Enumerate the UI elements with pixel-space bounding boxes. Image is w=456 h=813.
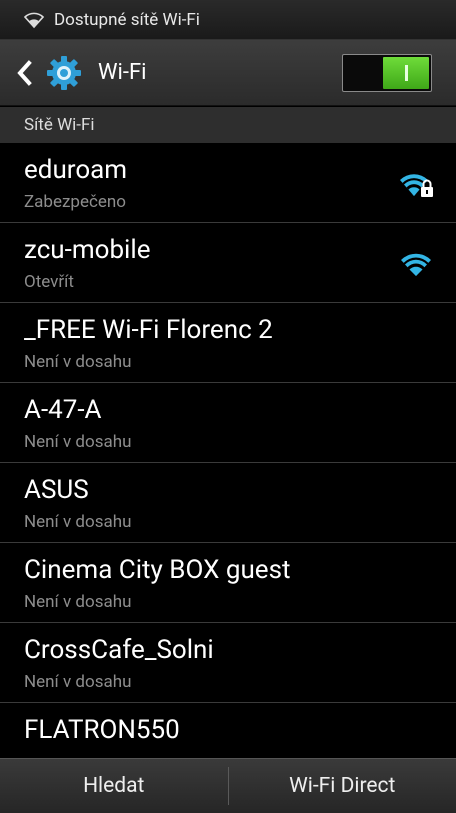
- network-row[interactable]: FLATRON550: [0, 703, 456, 758]
- wifi-icon: [396, 245, 436, 281]
- scan-button[interactable]: Hledat: [0, 759, 228, 813]
- network-name: CrossCafe_Solni: [24, 635, 214, 665]
- network-name: FLATRON550: [24, 715, 180, 745]
- network-row[interactable]: Cinema City BOX guest Není v dosahu: [0, 543, 456, 623]
- network-name: ASUS: [24, 475, 89, 505]
- network-name: Cinema City BOX guest: [24, 555, 291, 585]
- network-status: Není v dosahu: [24, 432, 131, 452]
- secured-wifi-icon: [396, 165, 436, 201]
- section-header: Sítě Wi-Fi: [0, 107, 456, 143]
- gear-icon[interactable]: [44, 53, 84, 93]
- network-row[interactable]: CrossCafe_Solni Není v dosahu: [0, 623, 456, 703]
- page-title: Wi-Fi: [98, 60, 146, 85]
- network-status: Zabezpečeno: [24, 192, 126, 212]
- status-bar-text: Dostupné sítě Wi-Fi: [54, 10, 200, 30]
- network-status: Otevřít: [24, 272, 74, 292]
- network-name: _FREE Wi-Fi Florenc 2: [24, 315, 273, 345]
- network-name: zcu-mobile: [24, 235, 150, 265]
- network-name: A-47-A: [24, 395, 102, 425]
- network-row-eduroam[interactable]: eduroam Zabezpečeno: [0, 143, 456, 223]
- wifi-toggle[interactable]: [342, 54, 432, 92]
- wifi-direct-button[interactable]: Wi-Fi Direct: [229, 759, 456, 813]
- network-status: Není v dosahu: [24, 352, 131, 372]
- network-name: eduroam: [24, 155, 127, 185]
- network-status: Není v dosahu: [24, 592, 131, 612]
- network-row[interactable]: _FREE Wi-Fi Florenc 2 Není v dosahu: [0, 303, 456, 383]
- wifi-notification-icon: [24, 11, 44, 29]
- network-row-zcu-mobile[interactable]: zcu-mobile Otevřít: [0, 223, 456, 303]
- network-status: Není v dosahu: [24, 512, 131, 532]
- back-icon[interactable]: [16, 57, 38, 89]
- bottom-bar: Hledat Wi-Fi Direct: [0, 758, 456, 813]
- network-status: Není v dosahu: [24, 672, 131, 692]
- network-row[interactable]: ASUS Není v dosahu: [0, 463, 456, 543]
- toggle-knob: [383, 57, 429, 89]
- network-list[interactable]: eduroam Zabezpečeno zcu-mobile Otevřít: [0, 143, 456, 758]
- status-bar: Dostupné sítě Wi-Fi: [0, 0, 456, 40]
- network-row[interactable]: A-47-A Není v dosahu: [0, 383, 456, 463]
- action-bar: Wi-Fi: [0, 40, 456, 106]
